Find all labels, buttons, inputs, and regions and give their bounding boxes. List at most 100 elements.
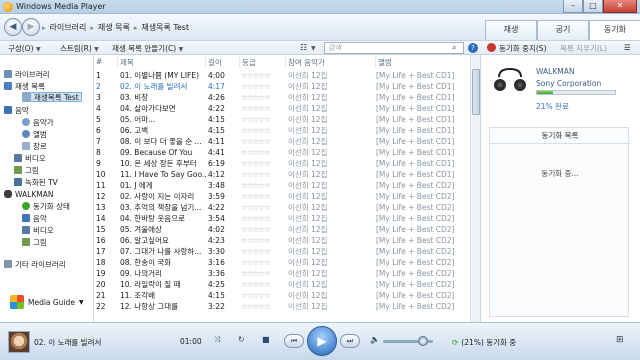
table-row[interactable]: 10 11. I Have To Say Goo... 4:12 ☆☆☆☆☆ 이선희 1…: [94, 169, 470, 180]
table-row[interactable]: 8 09. Because Of You 4:41 ☆☆☆☆☆ 이선희 12집 [My L…: [94, 147, 470, 158]
column-title[interactable]: 제목: [118, 57, 206, 67]
table-row[interactable]: 15 05. 겨울애상 4:02 ☆☆☆☆☆ 이선희 12집 [My Life + Bes…: [94, 224, 470, 235]
table-row[interactable]: 20 10. 라일락이 질 때 4:25 ☆☆☆☆☆ 이선희 12집 [My Life +…: [94, 279, 470, 290]
track-rating[interactable]: ☆☆☆☆☆: [241, 257, 285, 268]
nav-album[interactable]: 앨범: [22, 129, 47, 139]
track-rating[interactable]: ☆☆☆☆☆: [241, 301, 285, 312]
album-art[interactable]: [8, 331, 30, 353]
search-icon[interactable]: ⌕: [452, 43, 456, 53]
track-rating[interactable]: ☆☆☆☆☆: [241, 202, 285, 213]
create-playlist-menu[interactable]: 재생 목록 만들기(C) ▼: [112, 43, 183, 54]
column-number[interactable]: #: [94, 57, 118, 67]
column-rating[interactable]: 등급: [240, 57, 286, 67]
track-rating[interactable]: ☆☆☆☆☆: [241, 213, 285, 224]
nav-other-libraries[interactable]: 기타 라이브러리: [4, 259, 66, 269]
close-button[interactable]: ✕: [603, 0, 637, 13]
track-rating[interactable]: ☆☆☆☆☆: [241, 92, 285, 103]
table-row[interactable]: 16 06. 알고싶어요 4:23 ☆☆☆☆☆ 이선희 12집 [My Life + Be…: [94, 235, 470, 246]
track-rating[interactable]: ☆☆☆☆☆: [241, 224, 285, 235]
breadcrumb-library[interactable]: 라이브러리: [50, 22, 87, 33]
table-row[interactable]: 22 12. 나항상 그대를 3:22 ☆☆☆☆☆ 이선희 12집 [My Life + …: [94, 301, 470, 312]
nav-device-music[interactable]: 음악: [22, 213, 47, 223]
breadcrumb-current[interactable]: 재생목록 Test: [141, 22, 189, 33]
play-button[interactable]: ▶: [307, 326, 337, 356]
table-row[interactable]: 21 11. 조각배 4:15 ☆☆☆☆☆ 이선희 12집 [My Life + Best…: [94, 290, 470, 301]
chevron-down-icon[interactable]: ▼: [311, 43, 316, 52]
volume-slider-thumb[interactable]: [418, 336, 428, 346]
track-rating[interactable]: ☆☆☆☆☆: [241, 125, 285, 136]
table-row[interactable]: 9 10. 온 세상 장든 후부터 6:19 ☆☆☆☆☆ 이선희 12집 [My Life…: [94, 158, 470, 169]
track-rating[interactable]: ☆☆☆☆☆: [241, 70, 285, 81]
nav-device-pictures[interactable]: 그림: [22, 237, 47, 247]
breadcrumb-separator[interactable]: ▸: [134, 24, 138, 32]
forward-button[interactable]: ▶: [22, 18, 40, 36]
table-row[interactable]: 6 06. 고백 4:15 ☆☆☆☆☆ 이선희 12집 [My Life + Best C…: [94, 125, 470, 136]
table-row[interactable]: 13 03. 추억의 책장을 넘기... 4:22 ☆☆☆☆☆ 이선희 12집 [My L…: [94, 202, 470, 213]
search-input[interactable]: 검색: [324, 42, 464, 54]
shuffle-icon[interactable]: ⤨: [214, 335, 220, 345]
table-row[interactable]: 17 07. 그대가 나를 사랑하... 3:30 ☆☆☆☆☆ 이선희 12집 [My L…: [94, 246, 470, 257]
media-guide-button[interactable]: Media Guide ▼: [10, 295, 84, 309]
track-rating[interactable]: ☆☆☆☆☆: [241, 81, 285, 92]
track-rating[interactable]: ☆☆☆☆☆: [241, 246, 285, 257]
track-rating[interactable]: ☆☆☆☆☆: [241, 191, 285, 202]
clear-list-button[interactable]: 목록 지우기(L): [560, 43, 607, 54]
list-scrollbar[interactable]: [470, 55, 480, 322]
table-row[interactable]: 5 05. 어마... 4:15 ☆☆☆☆☆ 이선희 12집 [My Life + Bes…: [94, 114, 470, 125]
track-rating[interactable]: ☆☆☆☆☆: [241, 235, 285, 246]
tab-play[interactable]: 재생: [485, 20, 537, 40]
nav-playlist-test[interactable]: 재생목록 Test: [22, 92, 82, 102]
track-rating[interactable]: ☆☆☆☆☆: [241, 279, 285, 290]
back-button[interactable]: ◀: [4, 18, 22, 36]
column-artist[interactable]: 참여 음악가: [286, 57, 376, 67]
track-rating[interactable]: ☆☆☆☆☆: [241, 290, 285, 301]
track-rating[interactable]: ☆☆☆☆☆: [241, 180, 285, 191]
breadcrumb-separator[interactable]: ▸: [90, 24, 94, 32]
track-rating[interactable]: ☆☆☆☆☆: [241, 103, 285, 114]
nav-playlists[interactable]: 재생 목록: [4, 81, 45, 91]
column-length[interactable]: 길이: [206, 57, 240, 67]
nav-recorded-tv[interactable]: 녹화된 TV: [14, 177, 58, 187]
nav-library[interactable]: 라이브러리: [4, 69, 50, 79]
nav-device-video[interactable]: 비디오: [22, 225, 54, 235]
volume-icon[interactable]: 🔈: [370, 335, 380, 344]
table-row[interactable]: 3 03. 비창 4:26 ☆☆☆☆☆ 이선희 12집 [My Life + Best C…: [94, 92, 470, 103]
table-row[interactable]: 14 04. 한바탕 웃음으로 3:54 ☆☆☆☆☆ 이선희 12집 [My Life +…: [94, 213, 470, 224]
table-row[interactable]: 18 08. 한송이 국화 3:16 ☆☆☆☆☆ 이선희 12집 [My Life + B…: [94, 257, 470, 268]
table-row[interactable]: 12 02. 사랑이 지는 이자리 3:59 ☆☆☆☆☆ 이선희 12집 [My Life…: [94, 191, 470, 202]
next-button[interactable]: ⏭: [340, 334, 360, 348]
view-options-icon[interactable]: ☷: [300, 43, 307, 52]
sync-options-icon[interactable]: ☰: [624, 43, 631, 52]
previous-button[interactable]: ⏮: [284, 334, 304, 348]
switch-to-now-playing-icon[interactable]: ⊞: [616, 335, 628, 347]
column-album[interactable]: 앨범: [376, 57, 470, 67]
maximize-button[interactable]: □: [583, 0, 603, 13]
stop-sync-button[interactable]: 동기화 중지(S): [499, 43, 547, 54]
nav-sync-status[interactable]: 동기화 상태: [22, 201, 70, 211]
table-row[interactable]: 1 01. 이별나쁨 (MY LIFE) 4:00 ☆☆☆☆☆ 이선희 12집 [My L…: [94, 70, 470, 81]
track-rating[interactable]: ☆☆☆☆☆: [241, 147, 285, 158]
tab-burn[interactable]: 굽기: [537, 20, 589, 40]
breadcrumb-playlists[interactable]: 재생 목록: [98, 22, 130, 33]
track-rating[interactable]: ☆☆☆☆☆: [241, 114, 285, 125]
help-icon[interactable]: ?: [468, 43, 478, 53]
nav-walkman[interactable]: WALKMAN: [4, 189, 53, 199]
track-rating[interactable]: ☆☆☆☆☆: [241, 158, 285, 169]
nav-video[interactable]: 비디오: [14, 153, 46, 163]
stop-sync-icon[interactable]: [487, 43, 496, 52]
table-row[interactable]: 7 08. 이 보다 더 좋을 순 ... 4:11 ☆☆☆☆☆ 이선희 12집 [My …: [94, 136, 470, 147]
tab-sync[interactable]: 동기화: [589, 20, 640, 40]
table-row[interactable]: 2 02. 이 노래를 빌려서 4:17 ☆☆☆☆☆ 이선희 12집 [My Life +…: [94, 81, 470, 92]
stop-icon[interactable]: ■: [262, 335, 270, 344]
stream-menu[interactable]: 스트림(R) ▼: [60, 43, 99, 54]
scrollbar-thumb[interactable]: [472, 69, 480, 115]
track-rating[interactable]: ☆☆☆☆☆: [241, 169, 285, 180]
table-row[interactable]: 4 04. 살아가다보면 4:22 ☆☆☆☆☆ 이선희 12집 [My Life + Be…: [94, 103, 470, 114]
repeat-icon[interactable]: ↻: [238, 335, 245, 344]
minimize-button[interactable]: –: [563, 0, 583, 13]
nav-artist[interactable]: 음악가: [22, 117, 54, 127]
table-row[interactable]: 11 01. J 에게 3:48 ☆☆☆☆☆ 이선희 12집 [My Life + Bes…: [94, 180, 470, 191]
organize-menu[interactable]: 구성(O) ▼: [8, 43, 41, 54]
nav-music[interactable]: 음악: [4, 105, 29, 115]
nav-genre[interactable]: 장르: [22, 141, 47, 151]
